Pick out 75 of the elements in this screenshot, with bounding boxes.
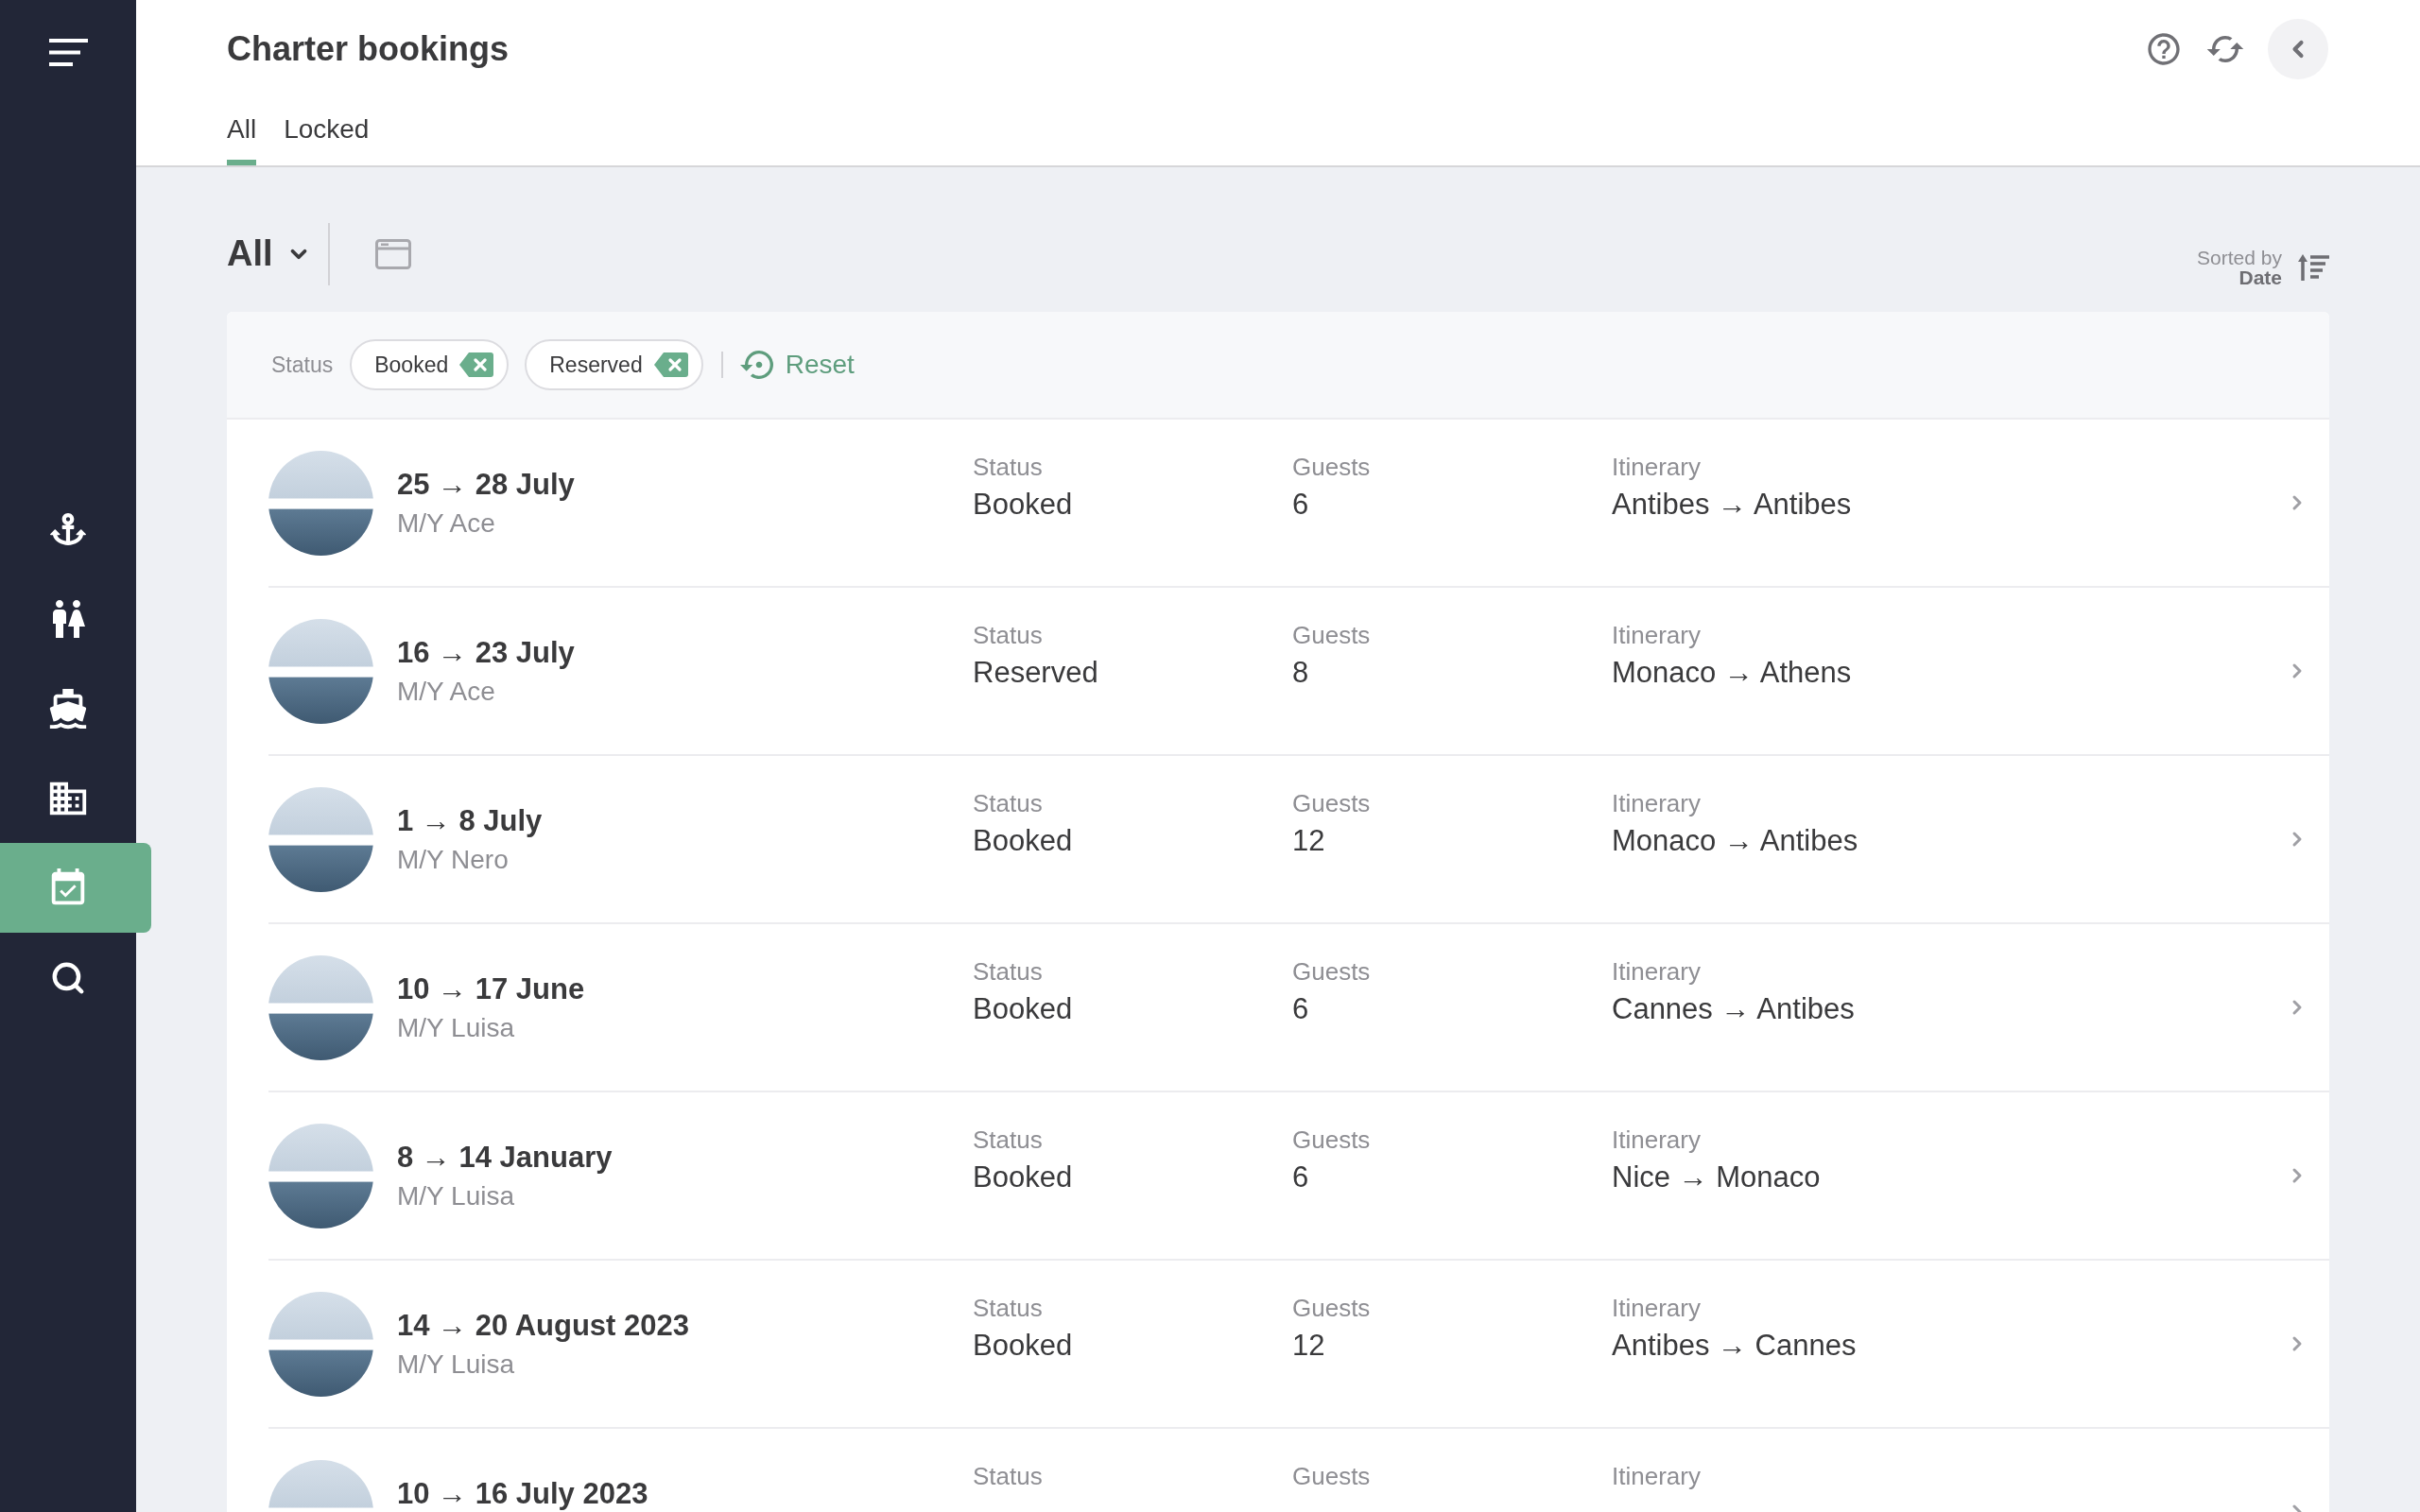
guests-label: Guests bbox=[1292, 621, 1371, 650]
itinerary-label: Itinerary bbox=[1612, 1462, 1701, 1491]
status-value: Booked bbox=[973, 1160, 1073, 1194]
itinerary-value: Monaco → Antibes bbox=[1612, 823, 1858, 858]
yacht-name: M/Y Ace bbox=[397, 676, 495, 708]
itinerary-label: Itinerary bbox=[1612, 453, 1701, 482]
status-label: Status bbox=[973, 1294, 1043, 1323]
yacht-name: M/Y Ace bbox=[397, 507, 495, 540]
yacht-name: M/Y Luisa bbox=[397, 1349, 514, 1381]
remove-icon[interactable] bbox=[653, 352, 688, 377]
booking-dates: 10 → 16 July 2023 bbox=[397, 1476, 648, 1511]
booking-dates: 1 → 8 July bbox=[397, 803, 543, 838]
status-value: Reserved bbox=[973, 655, 1098, 690]
guests-value: 12 bbox=[1292, 1328, 1325, 1363]
booking-row[interactable]: 10 → 17 June M/Y Luisa Status Booked Guests 6 Itinerary Cannes → Antibes bbox=[268, 924, 2329, 1092]
booking-dates: 14 → 20 August 2023 bbox=[397, 1308, 689, 1343]
status-label: Status bbox=[973, 789, 1043, 818]
guests-label: Guests bbox=[1292, 1294, 1371, 1323]
status-label: Status bbox=[973, 1125, 1043, 1155]
yacht-name: M/Y Nero bbox=[397, 844, 509, 876]
anchor-icon bbox=[50, 510, 86, 547]
booking-row[interactable]: 25 → 28 July M/Y Ace Status Booked Guests 6 Itinerary Antibes → Antibes bbox=[268, 420, 2329, 588]
booking-dates: 25 → 28 July bbox=[397, 467, 575, 502]
itinerary-label: Itinerary bbox=[1612, 1294, 1701, 1323]
itinerary-value: Antibes → Antibes bbox=[1612, 487, 1852, 522]
itinerary-value: Antibes → Cannes bbox=[1612, 1328, 1857, 1363]
booking-row[interactable]: 16 → 23 July M/Y Ace Status Reserved Guests 8 Itinerary Monaco → Athens bbox=[268, 588, 2329, 756]
window-icon bbox=[374, 238, 411, 269]
status-label: Status bbox=[973, 1462, 1043, 1491]
yacht-name: M/Y Luisa bbox=[397, 1012, 514, 1044]
itinerary-label: Itinerary bbox=[1612, 789, 1701, 818]
chip-label: Booked bbox=[374, 352, 449, 378]
status-label: Status bbox=[973, 621, 1043, 650]
booking-row[interactable]: 14 → 20 August 2023 M/Y Luisa Status Booked Guests 12 Itinerary Antibes → Cannes bbox=[268, 1261, 2329, 1429]
booking-dates: 10 → 17 June bbox=[397, 971, 585, 1006]
itinerary-value: Monaco → Athens bbox=[1612, 655, 1852, 690]
guests-label: Guests bbox=[1292, 1125, 1371, 1155]
menu-icon bbox=[48, 38, 88, 66]
itinerary-label: Itinerary bbox=[1612, 1125, 1701, 1155]
yacht-name: M/Y Luisa bbox=[397, 1180, 514, 1212]
tab[interactable]: Locked bbox=[284, 98, 370, 165]
booking-row[interactable]: 8 → 14 January M/Y Luisa Status Booked Guests 6 Itinerary Nice → Monaco bbox=[268, 1092, 2329, 1261]
filter-label: Status bbox=[271, 352, 334, 378]
itinerary-value: Cannes → Antibes bbox=[1612, 991, 1855, 1026]
guests-value: 12 bbox=[1292, 823, 1325, 858]
status-label: Status bbox=[973, 957, 1043, 987]
help-button[interactable] bbox=[2145, 30, 2183, 68]
status-value: Booked bbox=[973, 1328, 1073, 1363]
help-icon bbox=[2145, 30, 2183, 68]
guests-value: 6 bbox=[1292, 487, 1309, 522]
view-dropdown[interactable]: All bbox=[227, 233, 328, 274]
sort-button[interactable]: Sorted by Date bbox=[2197, 247, 2329, 287]
itinerary-label: Itinerary bbox=[1612, 621, 1701, 650]
tab[interactable]: All bbox=[227, 98, 257, 165]
guests-value: 8 bbox=[1292, 655, 1309, 690]
guests-value: 6 bbox=[1292, 991, 1309, 1026]
guests-value: 6 bbox=[1292, 1160, 1309, 1194]
status-value: Booked bbox=[973, 823, 1073, 858]
itinerary-label: Itinerary bbox=[1612, 957, 1701, 987]
status-value: Booked bbox=[973, 487, 1073, 522]
guests-label: Guests bbox=[1292, 1462, 1371, 1491]
itinerary-value: Nice → Monaco bbox=[1612, 1160, 1821, 1194]
chip-label: Reserved bbox=[549, 352, 643, 378]
status-label: Status bbox=[973, 453, 1043, 482]
status-value: Booked bbox=[973, 991, 1073, 1026]
page-title: Charter bookings bbox=[227, 29, 510, 69]
booking-dates: 8 → 14 January bbox=[397, 1140, 613, 1175]
booking-row[interactable]: 1 → 8 July M/Y Nero Status Booked Guests 12 Itinerary Monaco → Antibes bbox=[268, 756, 2329, 924]
booking-row[interactable]: 10 → 16 July 2023 Status Guests Itinerary bbox=[268, 1429, 2329, 1512]
booking-dates: 16 → 23 July bbox=[397, 635, 575, 670]
guests-label: Guests bbox=[1292, 453, 1371, 482]
sort-icon bbox=[2298, 253, 2329, 281]
remove-icon[interactable] bbox=[459, 352, 494, 377]
guests-label: Guests bbox=[1292, 789, 1371, 818]
guests-label: Guests bbox=[1292, 957, 1371, 987]
